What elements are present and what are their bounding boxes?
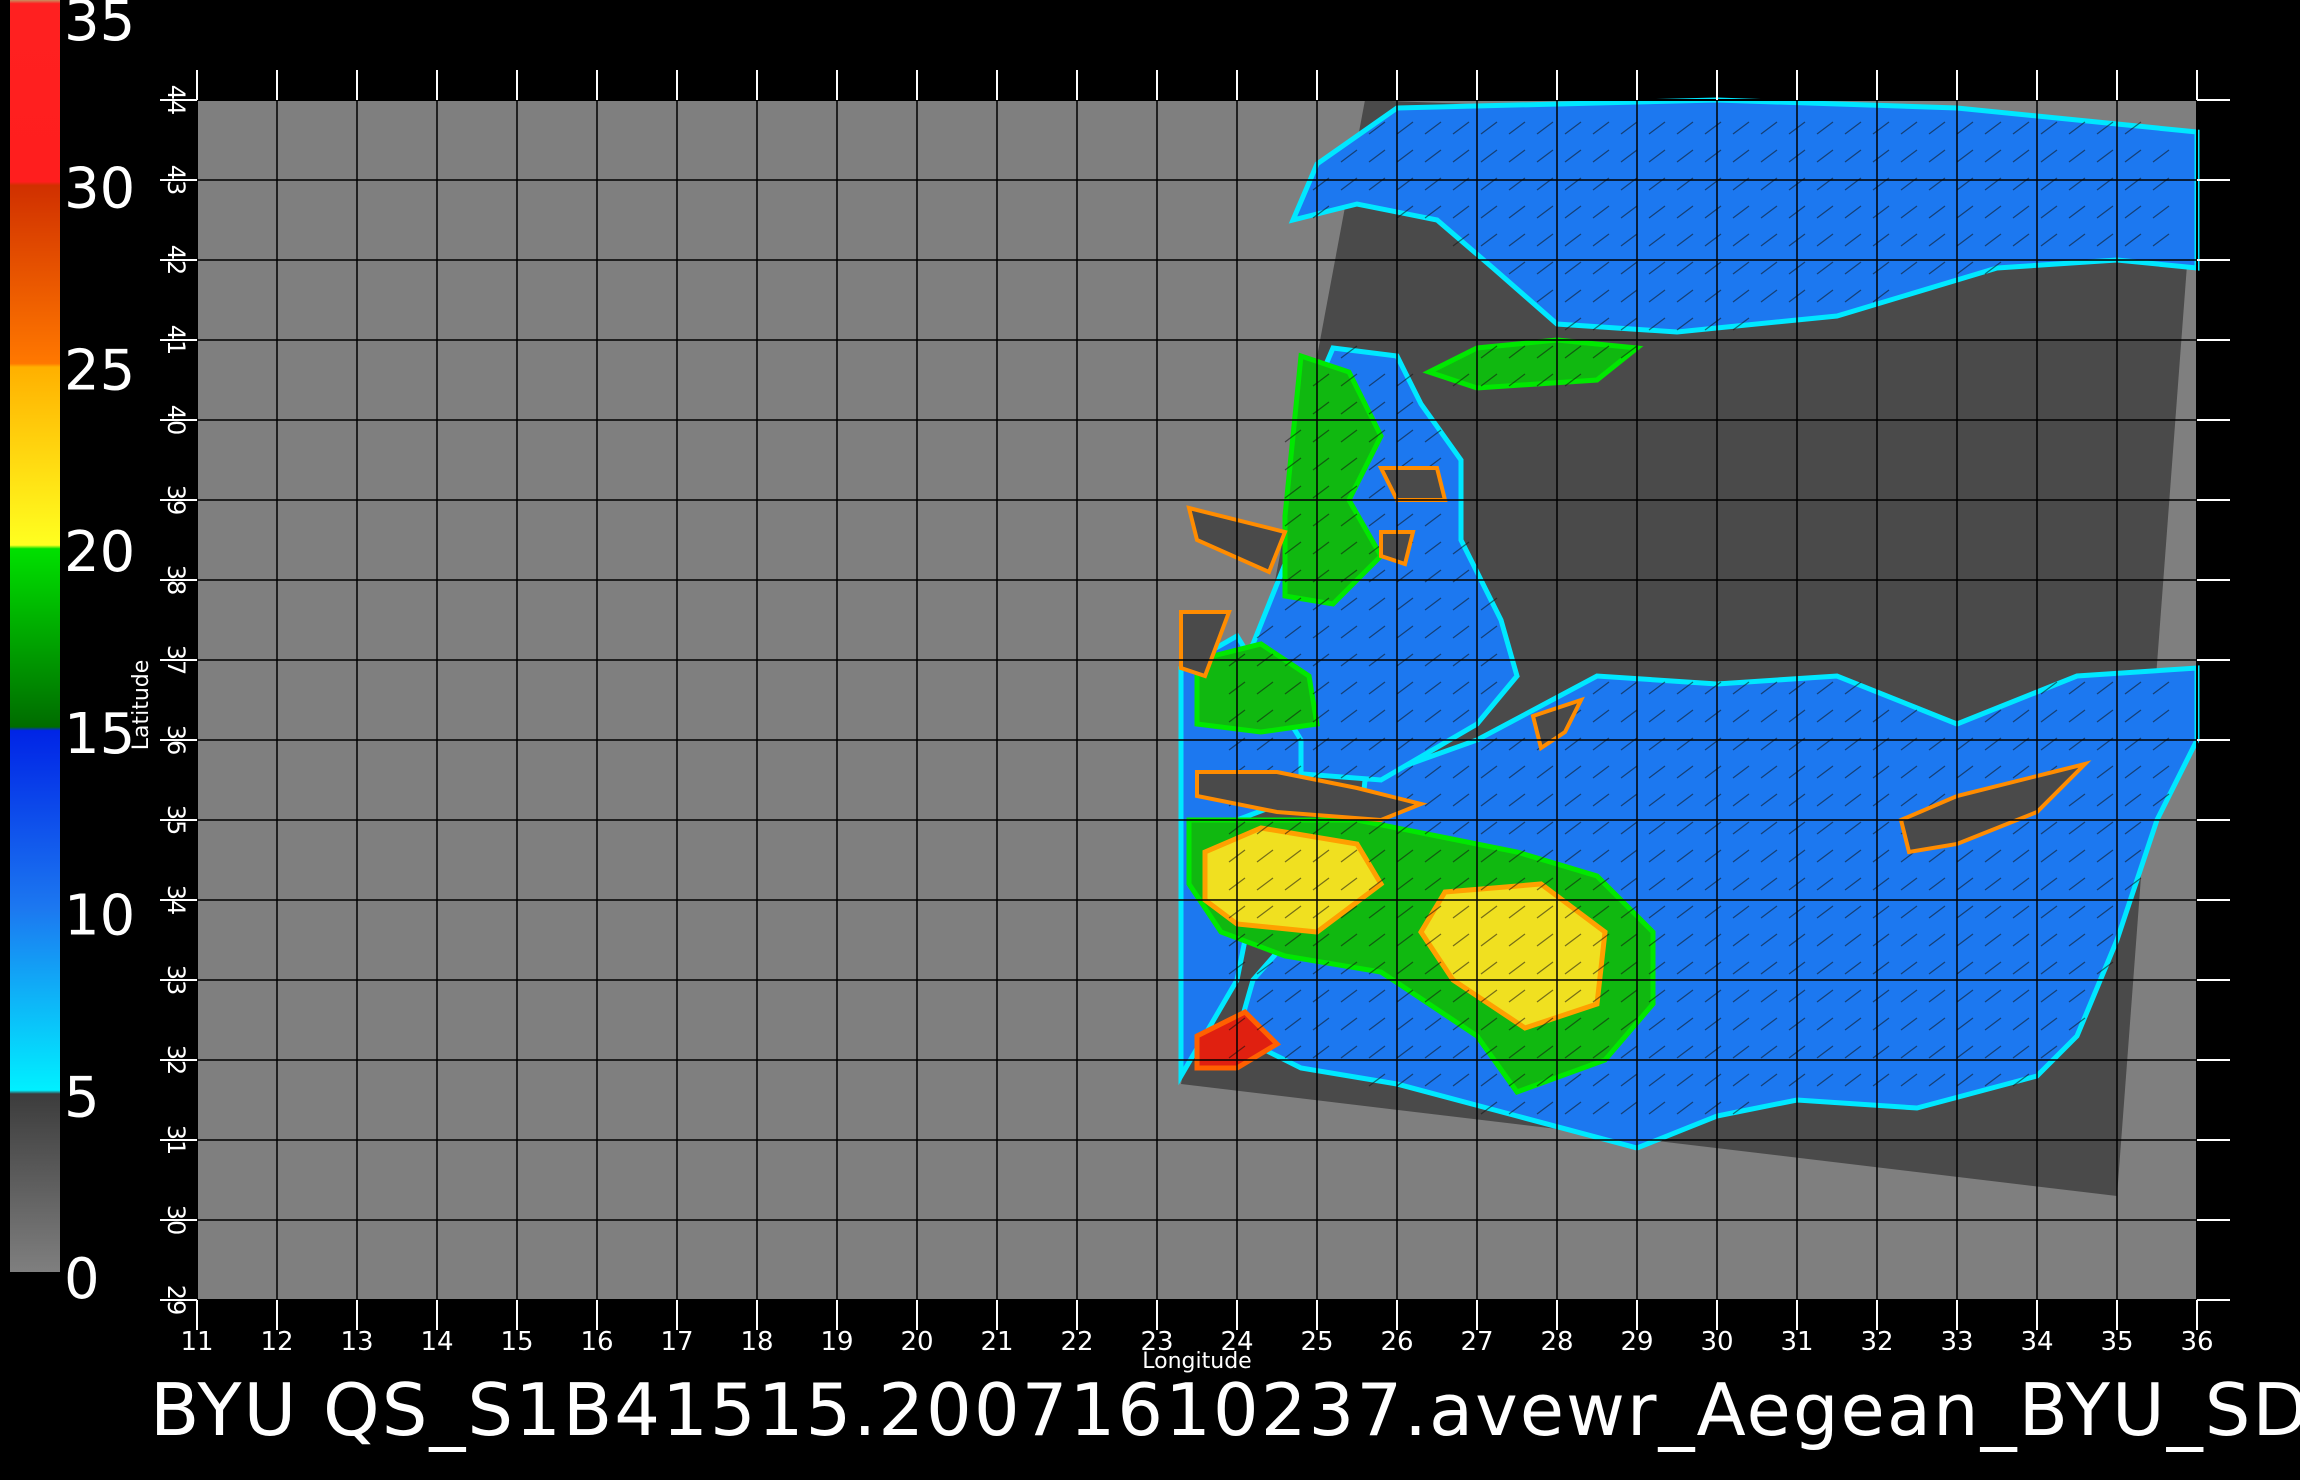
- longitude-tick-label: 22: [1060, 1327, 1093, 1357]
- latitude-tick-label: 39: [162, 485, 190, 516]
- longitude-tick-label: 17: [660, 1327, 693, 1357]
- colorbar-tick-label: 25: [64, 338, 135, 403]
- longitude-tick-label: 11: [180, 1327, 213, 1357]
- longitude-tick-label: 14: [420, 1327, 453, 1357]
- longitude-tick-label: 18: [740, 1327, 773, 1357]
- colorbar-tick-label: 35: [64, 0, 135, 54]
- latitude-tick-label: 41: [162, 325, 190, 356]
- longitude-tick-label: 19: [820, 1327, 853, 1357]
- latitude-tick-label: 31: [162, 1125, 190, 1156]
- longitude-tick-label: 36: [2180, 1327, 2213, 1357]
- image-title: BYU QS_S1B41515.20071610237.avewr_Aegean…: [150, 1368, 2300, 1452]
- longitude-tick-label: 28: [1540, 1327, 1573, 1357]
- longitude-tick-label: 25: [1300, 1327, 1333, 1357]
- latitude-tick-label: 37: [162, 645, 190, 676]
- latitude-tick-label: 33: [162, 965, 190, 996]
- colorbar-tick-label: 20: [64, 520, 135, 585]
- longitude-tick-label: 20: [900, 1327, 933, 1357]
- latitude-tick-label: 35: [162, 805, 190, 836]
- longitude-tick-label: 30: [1700, 1327, 1733, 1357]
- longitude-tick-label: 35: [2100, 1327, 2133, 1357]
- scatterometer-map: 0 5 10 15 20 25 30 35 11 12 13 14 15 16 17 18 19 20 21 22 2…: [0, 0, 2300, 1480]
- longitude-tick-label: 12: [260, 1327, 293, 1357]
- longitude-tick-label: 29: [1620, 1327, 1653, 1357]
- latitude-tick-label: 30: [162, 1205, 190, 1236]
- latitude-tick-label: 43: [162, 165, 190, 196]
- longitude-tick-label: 13: [340, 1327, 373, 1357]
- map-area: [196, 97, 2200, 1301]
- latitude-tick-label: 36: [162, 725, 190, 756]
- latitude-tick-label: 42: [162, 245, 190, 276]
- colorbar-tick-label: 10: [64, 884, 135, 949]
- latitude-tick-label: 32: [162, 1045, 190, 1076]
- y-axis-label: Latitude: [129, 660, 154, 751]
- longitude-tick-label: 34: [2020, 1327, 2053, 1357]
- longitude-tick-label: 21: [980, 1327, 1013, 1357]
- longitude-tick-label: 31: [1780, 1327, 1813, 1357]
- longitude-tick-label: 33: [1940, 1327, 1973, 1357]
- latitude-tick-label: 40: [162, 405, 190, 436]
- longitude-tick-label: 32: [1860, 1327, 1893, 1357]
- latitude-tick-label: 29: [162, 1285, 190, 1316]
- latitude-tick-label: 38: [162, 565, 190, 596]
- longitude-tick-label: 16: [580, 1327, 613, 1357]
- colorbar-scale: [10, 0, 60, 1272]
- colorbar-tick-label: 15: [64, 702, 135, 767]
- longitude-tick-label: 15: [500, 1327, 533, 1357]
- longitude-tick-label: 27: [1460, 1327, 1493, 1357]
- colorbar-tick-label: 30: [64, 157, 135, 222]
- longitude-tick-label: 26: [1380, 1327, 1413, 1357]
- colorbar-tick-label: 5: [64, 1065, 100, 1130]
- latitude-tick-label: 34: [162, 885, 190, 916]
- colorbar-tick-label: 0: [64, 1247, 100, 1312]
- latitude-tick-label: 44: [162, 85, 190, 116]
